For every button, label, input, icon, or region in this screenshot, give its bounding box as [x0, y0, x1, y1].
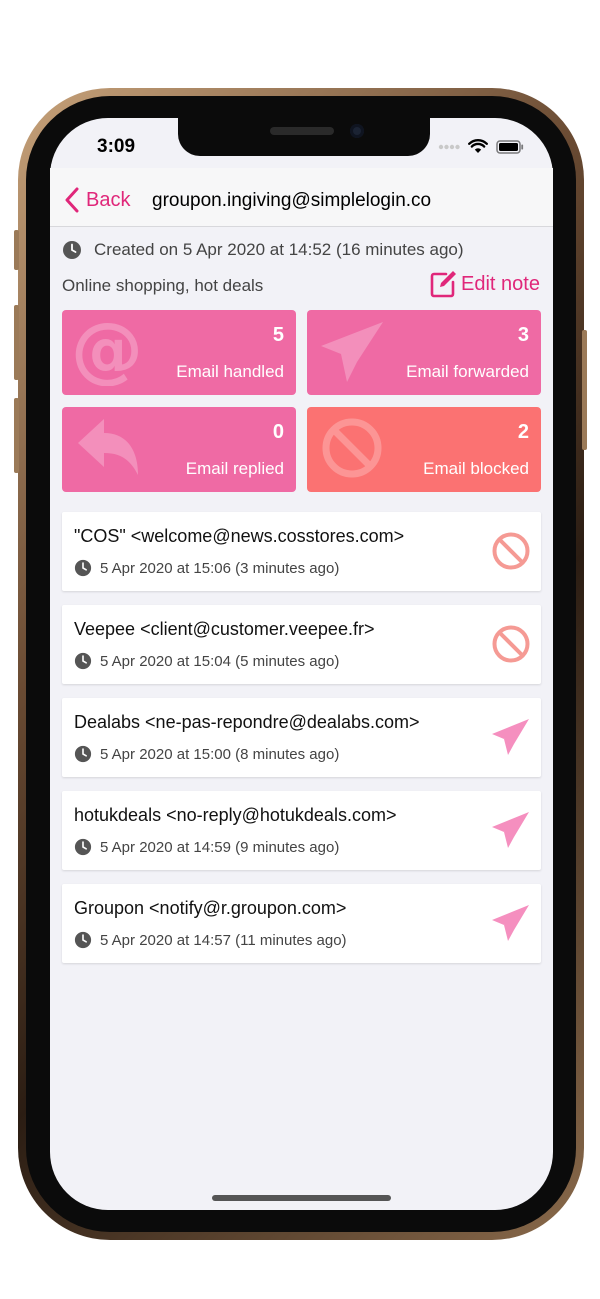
clock-icon [74, 559, 92, 577]
activity-item-hotukdeals[interactable]: hotukdeals <no-reply@hotukdeals.com> 5 A… [62, 791, 541, 870]
svg-text:@: @ [72, 316, 142, 386]
activity-time-text: 5 Apr 2020 at 15:06 (3 minutes ago) [100, 559, 340, 577]
clock-icon [74, 745, 92, 763]
stat-email-replied: 0 Email replied [62, 407, 296, 492]
stat-count: 2 [517, 421, 529, 443]
page-title: groupon.ingiving@simplelogin.co [152, 190, 432, 211]
paper-plane-icon [492, 905, 529, 941]
stat-label: Email blocked [423, 459, 529, 478]
clock-icon [74, 652, 92, 670]
stat-email-forwarded: 3 Email forwarded [307, 310, 541, 395]
activity-time: 5 Apr 2020 at 15:04 (5 minutes ago) [74, 652, 339, 670]
at-sign-icon: @ [72, 316, 142, 386]
edit-note-label: Edit note [461, 272, 540, 295]
alias-note: Online shopping, hot deals [62, 276, 264, 295]
stat-label: Email forwarded [406, 362, 529, 381]
volume-down-button [14, 398, 19, 473]
status-icons [438, 139, 524, 154]
stat-label: Email replied [185, 459, 284, 478]
activity-time: 5 Apr 2020 at 15:00 (8 minutes ago) [74, 745, 339, 763]
stat-label: Email handled [176, 362, 284, 381]
created-info: Created on 5 Apr 2020 at 14:52 (16 minut… [62, 240, 464, 260]
activity-item-cos[interactable]: "COS" <welcome@news.cosstores.com> 5 Apr… [62, 512, 541, 591]
activity-time-text: 5 Apr 2020 at 15:00 (8 minutes ago) [100, 745, 340, 763]
stat-email-blocked: 2 Email blocked [307, 407, 541, 492]
back-button[interactable]: Back [64, 187, 130, 213]
activity-item-groupon[interactable]: Groupon <notify@r.groupon.com> 5 Apr 202… [62, 884, 541, 963]
activity-time: 5 Apr 2020 at 15:06 (3 minutes ago) [74, 559, 339, 577]
clock-icon [74, 838, 92, 856]
activity-sender: hotukdeals <no-reply@hotukdeals.com> [74, 805, 397, 825]
activity-time-text: 5 Apr 2020 at 14:59 (9 minutes ago) [100, 838, 340, 856]
home-indicator[interactable] [212, 1195, 391, 1201]
edit-note-icon [430, 271, 456, 298]
paper-plane-icon [492, 719, 529, 755]
block-icon [492, 532, 530, 570]
wifi-icon [468, 139, 488, 153]
front-camera [350, 124, 364, 138]
paper-plane-icon [492, 812, 529, 848]
block-icon [492, 625, 530, 663]
activity-sender: Groupon <notify@r.groupon.com> [74, 898, 347, 918]
activity-sender: "COS" <welcome@news.cosstores.com> [74, 526, 405, 546]
paper-plane-icon [321, 322, 383, 382]
speaker [270, 127, 334, 135]
silent-switch [14, 230, 19, 270]
activity-time: 5 Apr 2020 at 14:59 (9 minutes ago) [74, 838, 339, 856]
stat-count: 0 [272, 421, 284, 443]
activity-time-text: 5 Apr 2020 at 14:57 (11 minutes ago) [100, 931, 347, 949]
stat-count: 3 [517, 324, 529, 346]
activity-item-veepee[interactable]: Veepee <client@customer.veepee.fr> 5 Apr… [62, 605, 541, 684]
block-icon [322, 418, 382, 478]
activity-time: 5 Apr 2020 at 14:57 (11 minutes ago) [74, 931, 347, 949]
clock-icon [74, 931, 92, 949]
volume-up-button [14, 305, 19, 380]
signal-icon [438, 144, 460, 149]
activity-sender: Veepee <client@customer.veepee.fr> [74, 619, 375, 639]
power-button [582, 330, 587, 450]
edit-note-button[interactable]: Edit note [429, 270, 540, 298]
created-text: Created on 5 Apr 2020 at 14:52 (16 minut… [94, 240, 464, 259]
battery-icon [496, 139, 524, 154]
activity-sender: Dealabs <ne-pas-repondre@dealabs.com> [74, 712, 420, 732]
activity-time-text: 5 Apr 2020 at 15:04 (5 minutes ago) [100, 652, 340, 670]
clock-icon [63, 241, 81, 259]
notch [178, 118, 430, 156]
stat-email-handled: @ 5 Email handled [62, 310, 296, 395]
activity-item-dealabs[interactable]: Dealabs <ne-pas-repondre@dealabs.com> 5 … [62, 698, 541, 777]
stat-count: 5 [272, 324, 284, 346]
reply-icon [78, 419, 138, 475]
status-time: 3:09 [97, 136, 136, 157]
back-label: Back [86, 188, 131, 211]
chevron-left-icon [65, 187, 79, 213]
